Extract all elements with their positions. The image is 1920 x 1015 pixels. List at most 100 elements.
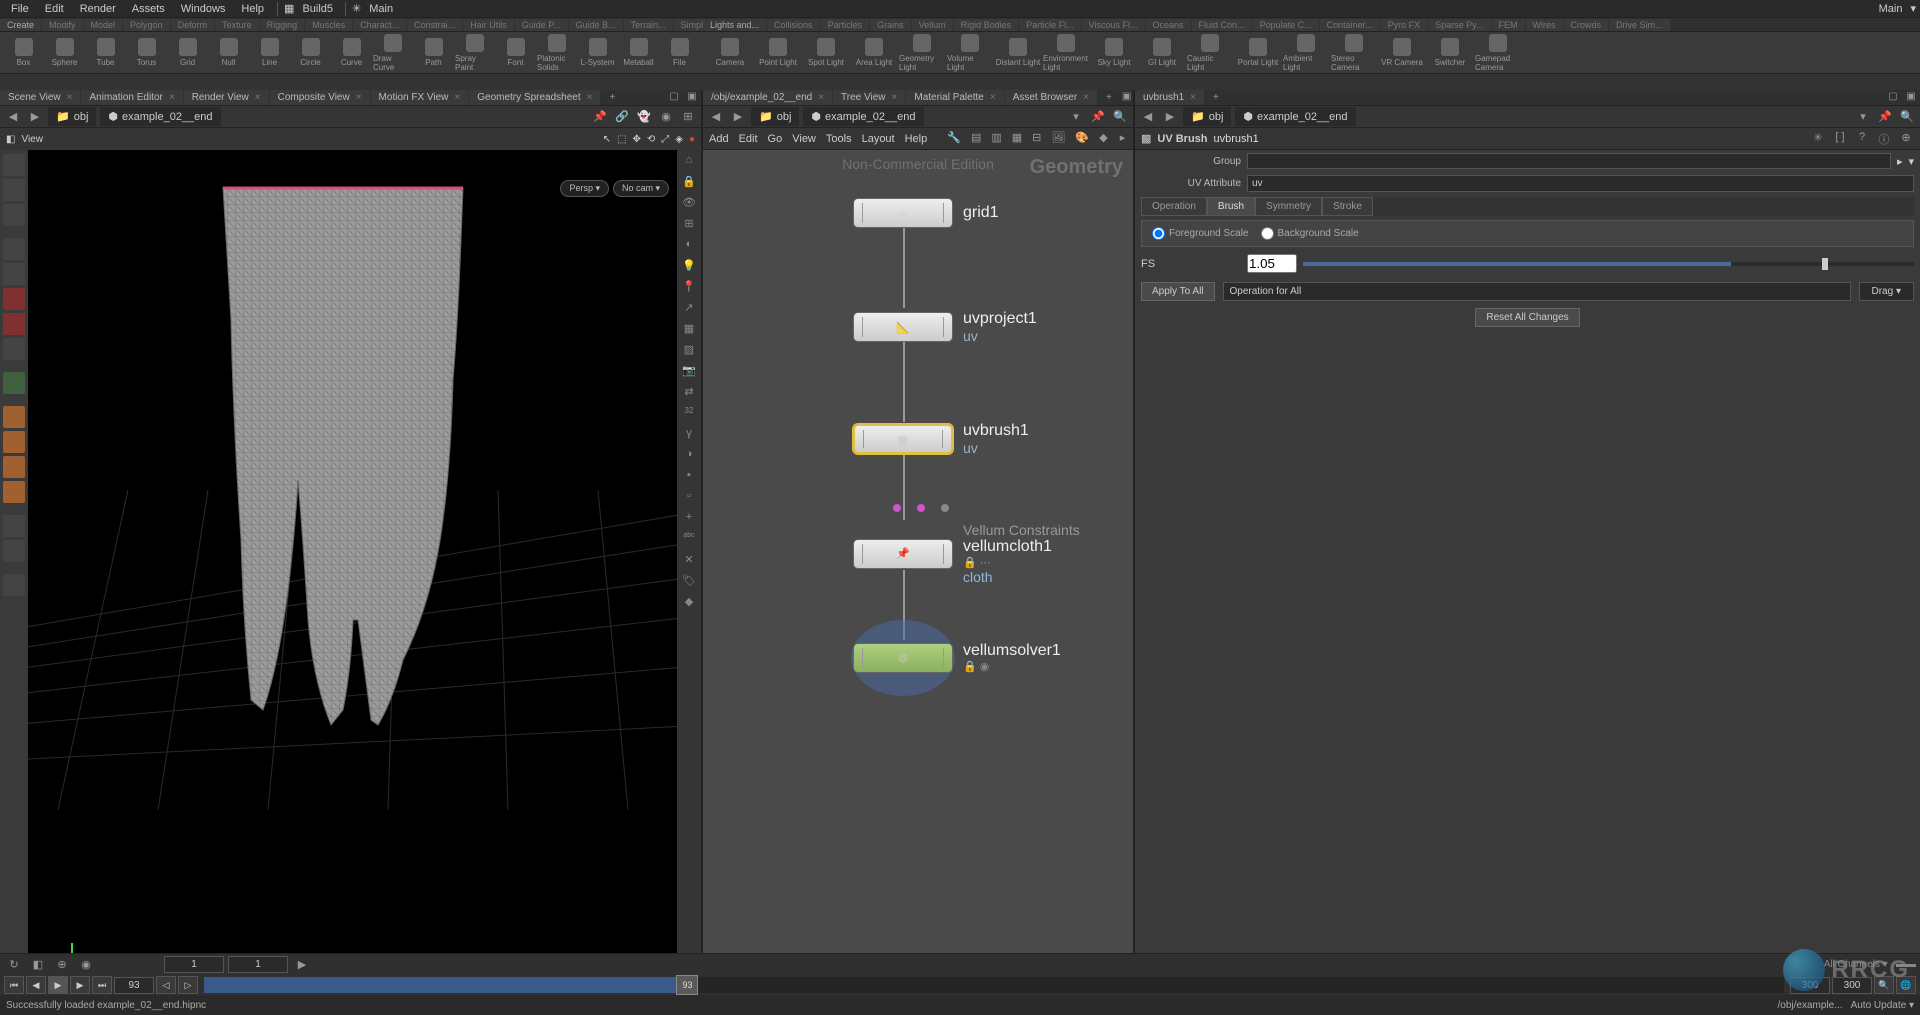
nav-fwd-mid-icon[interactable]: ▶ <box>729 108 747 126</box>
disp-ao-icon[interactable]: ◑ <box>680 448 698 466</box>
find-right-icon[interactable]: 🔍 <box>1898 108 1916 126</box>
group-field[interactable] <box>1247 153 1891 169</box>
move-icon[interactable]: ✥ <box>632 134 640 145</box>
tab-brush[interactable]: Brush <box>1207 197 1255 216</box>
shelf-tool[interactable]: Tube <box>86 34 125 72</box>
shelf-tool[interactable]: Box <box>4 34 43 72</box>
shelf-tool[interactable]: Platonic Solids <box>537 34 576 72</box>
menu-assets[interactable]: Assets <box>125 1 172 17</box>
tool-lock[interactable] <box>3 263 25 285</box>
shelf-tab[interactable]: Drive Sim... <box>1609 19 1670 31</box>
drag-dropdown[interactable]: Drag ▾ <box>1859 282 1915 301</box>
path-obj-right[interactable]: 📁 obj <box>1183 107 1231 126</box>
pane-tab[interactable]: Render View× <box>184 90 269 105</box>
disp-tag-icon[interactable]: 🏷 <box>680 574 698 592</box>
disp-m1-icon[interactable]: ▪ <box>680 469 698 487</box>
pin-right-icon[interactable]: 📌 <box>1876 108 1894 126</box>
shelf-tab[interactable]: Pyro FX <box>1381 19 1428 31</box>
disp-x-icon[interactable]: ✕ <box>680 553 698 571</box>
apply-to-all-button[interactable]: Apply To All <box>1141 282 1215 301</box>
rotate-icon[interactable]: ⟲ <box>647 134 655 145</box>
pane-max-mid-icon[interactable]: ▣ <box>1122 91 1131 105</box>
record-icon[interactable]: ● <box>689 134 695 145</box>
path-node-right[interactable]: ⬢ example_02__end <box>1235 107 1355 126</box>
node-vellumcloth1[interactable]: 📌 Vellum Constraints vellumcloth1 🔒 ⋯ cl… <box>853 522 1080 585</box>
tab-symmetry[interactable]: Symmetry <box>1255 197 1322 216</box>
shelf-tool[interactable]: Switcher <box>1427 34 1473 72</box>
desktop-selector-2[interactable]: Main <box>363 1 399 17</box>
path-node[interactable]: ⬢ example_02__end <box>100 107 220 126</box>
add-tab-left[interactable]: + <box>601 90 623 105</box>
tool-select[interactable] <box>3 154 25 176</box>
tl-prev-button[interactable]: ◀ <box>26 976 46 994</box>
pane-tab[interactable]: Composite View× <box>270 90 370 105</box>
shelf-tool[interactable]: VR Camera <box>1379 34 1425 72</box>
shelf-tool[interactable]: Sphere <box>45 34 84 72</box>
disp-32-icon[interactable]: 32 <box>680 406 698 424</box>
node-grid1[interactable]: ▱ grid1 <box>853 198 999 228</box>
fs-value-field[interactable] <box>1247 254 1297 273</box>
menu-render[interactable]: Render <box>73 1 123 17</box>
disp-abc-icon[interactable]: abc <box>680 532 698 550</box>
lasso-icon[interactable]: ⬚ <box>617 134 626 145</box>
pane-tab[interactable]: Scene View× <box>0 90 80 105</box>
nav-back-mid-icon[interactable]: ◀ <box>707 108 725 126</box>
disp-bg-icon[interactable]: ▨ <box>680 343 698 361</box>
shelf-tab[interactable]: Guide P... <box>515 19 568 31</box>
handles-icon[interactable]: ◈ <box>675 134 683 145</box>
shelf-tool[interactable]: Font <box>496 34 535 72</box>
tab-uvbrush1[interactable]: uvbrush1× <box>1135 90 1204 105</box>
disp-flip-icon[interactable]: ⇄ <box>680 385 698 403</box>
shelf-tool[interactable]: Environment Light <box>1043 34 1089 72</box>
tool-record[interactable] <box>3 288 25 310</box>
disp-lock-icon[interactable]: 🔒 <box>680 175 698 193</box>
disp-camera-icon[interactable]: 📷 <box>680 364 698 382</box>
desktop-selector-right[interactable]: Main <box>1873 1 1909 17</box>
shelf-tool[interactable]: Point Light <box>755 34 801 72</box>
add-tab-right[interactable]: + <box>1205 90 1227 105</box>
range-start-field[interactable] <box>164 956 224 973</box>
tool-magnet2[interactable] <box>3 431 25 453</box>
expand-icon[interactable]: ⊕ <box>1898 131 1914 147</box>
view-mode-icon[interactable]: ◧ <box>6 134 15 145</box>
sec-btn2-icon[interactable]: ◧ <box>28 956 48 974</box>
info-icon[interactable]: ⓘ <box>1876 131 1892 147</box>
tl-key-prev-button[interactable]: ◁ <box>156 976 176 994</box>
shelf-tab[interactable]: Collisions <box>767 19 820 31</box>
disp-wire-icon[interactable]: ⊞ <box>680 217 698 235</box>
shelf-tab[interactable]: Rigging <box>260 19 305 31</box>
shelf-tool[interactable]: Area Light <box>851 34 897 72</box>
tool-magnet3[interactable] <box>3 456 25 478</box>
uvattr-field[interactable]: uv <box>1247 175 1914 192</box>
reset-all-button[interactable]: Reset All Changes <box>1475 308 1579 327</box>
tool-magnet1[interactable] <box>3 406 25 428</box>
shelf-tool[interactable]: Spray Paint <box>455 34 494 72</box>
net-color-icon[interactable]: 🎨 <box>1075 131 1089 147</box>
shelf-tool[interactable]: Path <box>414 34 453 72</box>
net-menu-tools[interactable]: Tools <box>826 133 852 145</box>
shelf-tool[interactable]: Curve <box>332 34 371 72</box>
nav-back-right-icon[interactable]: ◀ <box>1139 108 1157 126</box>
net-list2-icon[interactable]: ▥ <box>991 131 1001 147</box>
pane-max-right-icon[interactable]: ▣ <box>1904 91 1918 105</box>
net-diamond-icon[interactable]: ◆ <box>1099 131 1108 147</box>
link-icon[interactable]: 🔗 <box>613 108 631 126</box>
dropdown-icon[interactable]: ▾ <box>1910 2 1916 15</box>
disp-plus-icon[interactable]: + <box>680 511 698 529</box>
net-menu-edit[interactable]: Edit <box>739 133 758 145</box>
shelf-tool[interactable]: Ambient Light <box>1283 34 1329 72</box>
disp-eye-icon[interactable]: 👁 <box>680 196 698 214</box>
desktop-selector-1[interactable]: Build5 <box>296 1 339 17</box>
sec-btn1-icon[interactable]: ↻ <box>4 956 24 974</box>
pin-icon[interactable]: 📌 <box>591 108 609 126</box>
disp-m2-icon[interactable]: ▫ <box>680 490 698 508</box>
net-more-icon[interactable]: ▸ <box>1118 131 1127 147</box>
shelf-tool[interactable]: Sky Light <box>1091 34 1137 72</box>
path-obj[interactable]: 📁 obj <box>48 107 96 126</box>
shelf-tool[interactable]: Draw Curve <box>373 34 412 72</box>
disp-normal-icon[interactable]: ↗ <box>680 301 698 319</box>
tool-construction[interactable] <box>3 515 25 537</box>
shelf-tab[interactable]: Container... <box>1320 19 1380 31</box>
shelf-tab[interactable]: Populate C... <box>1253 19 1319 31</box>
tool-edit[interactable] <box>3 204 25 226</box>
